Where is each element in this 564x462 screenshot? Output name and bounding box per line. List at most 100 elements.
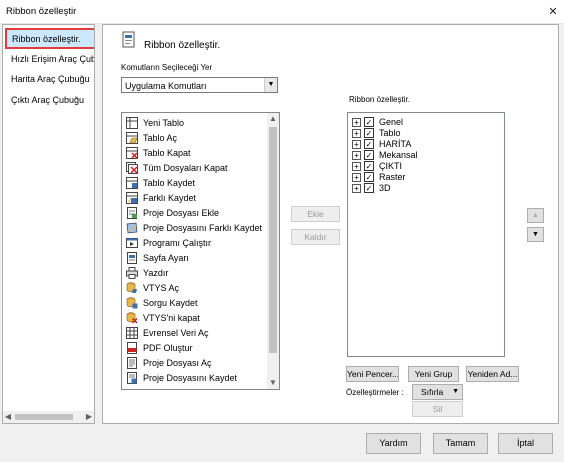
expand-icon[interactable]: + bbox=[352, 162, 361, 171]
commands-scrollbar[interactable]: ▲ ▼ bbox=[267, 113, 279, 389]
chevron-down-icon[interactable]: ▼ bbox=[264, 78, 277, 92]
list-item-label: Farklı Kaydet bbox=[143, 193, 197, 203]
move-up-button[interactable]: ▲ bbox=[527, 208, 544, 223]
main-panel: Ribbon özelleştir. Komutların Seçileceği… bbox=[102, 24, 559, 424]
new-table-icon bbox=[126, 117, 138, 129]
commands-list[interactable]: Yeni Tablo Tablo Aç Tablo Kapat Tüm Dosy… bbox=[121, 112, 280, 390]
expand-icon[interactable]: + bbox=[352, 140, 361, 149]
move-down-button[interactable]: ▼ bbox=[527, 227, 544, 242]
close-all-files-icon bbox=[126, 162, 138, 174]
list-item-label: Tüm Dosyaları Kapat bbox=[143, 163, 228, 173]
open-universal-data-icon bbox=[126, 327, 138, 339]
list-item-label: VTYS Aç bbox=[143, 283, 180, 293]
page-setup-icon bbox=[127, 252, 137, 264]
delete-button[interactable]: Sil bbox=[412, 401, 463, 417]
save-query-icon bbox=[126, 297, 138, 309]
scrollbar-thumb[interactable] bbox=[269, 127, 277, 353]
list-item-label: Tablo Kapat bbox=[143, 148, 191, 158]
ok-button[interactable]: Tamam bbox=[433, 433, 488, 454]
list-item-label: VTYS'ni kapat bbox=[143, 313, 200, 323]
scroll-up-icon[interactable]: ▲ bbox=[267, 113, 279, 125]
expand-icon[interactable]: + bbox=[352, 118, 361, 127]
expand-icon[interactable]: + bbox=[352, 129, 361, 138]
checkbox[interactable]: ✓ bbox=[364, 128, 374, 138]
close-table-icon bbox=[126, 147, 138, 159]
nav-panel: Ribbon özelleştir. Hızlı Erişim Araç Çub… bbox=[2, 24, 95, 424]
checkbox[interactable]: ✓ bbox=[364, 117, 374, 127]
ribbon-tree-label: Ribbon özelleştir. bbox=[349, 95, 410, 104]
nav-item-ribbon-customize[interactable]: Ribbon özelleştir. bbox=[5, 28, 94, 49]
commands-source-value: Uygulama Komutları bbox=[125, 81, 207, 91]
list-item-label: Yazdır bbox=[143, 268, 169, 278]
list-item-label: Proje Dosyası Aç bbox=[143, 358, 212, 368]
ribbon-customize-icon bbox=[122, 31, 135, 48]
run-program-icon bbox=[126, 238, 138, 248]
help-button[interactable]: Yardım bbox=[366, 433, 421, 454]
open-project-file-icon bbox=[127, 357, 137, 369]
tree-item-label: HARİTA bbox=[379, 139, 412, 149]
list-item-label: Programı Çalıştır bbox=[143, 238, 212, 248]
list-item-label: Tablo Aç bbox=[143, 133, 178, 143]
checkbox[interactable]: ✓ bbox=[364, 172, 374, 182]
expand-icon[interactable]: + bbox=[352, 173, 361, 182]
ribbon-tree[interactable]: + ✓ Genel + ✓ Tablo + ✓ HARİTA + ✓ Mekan… bbox=[347, 112, 505, 357]
save-project-file-icon bbox=[127, 372, 137, 384]
new-window-button[interactable]: Yeni Pencer... bbox=[346, 366, 399, 382]
list-item-label: Proje Dosyası Ekle bbox=[143, 208, 220, 218]
save-table-icon bbox=[126, 177, 138, 189]
tree-item-label: Tablo bbox=[379, 128, 401, 138]
new-group-button[interactable]: Yeni Grup bbox=[408, 366, 459, 382]
expand-icon[interactable]: + bbox=[352, 184, 361, 193]
nav-horizontal-scrollbar[interactable]: ◀ ▶ bbox=[3, 411, 94, 423]
chevron-down-icon: ▼ bbox=[532, 231, 539, 238]
add-button[interactable]: Ekle bbox=[291, 206, 340, 222]
list-item-label: Proje Dosyasını Kaydet bbox=[143, 373, 238, 383]
nav-item-label: Ribbon özelleştir. bbox=[12, 34, 81, 44]
commands-source-select[interactable]: Uygulama Komutları ▼ bbox=[121, 77, 278, 93]
list-item-label: Yeni Tablo bbox=[143, 118, 185, 128]
reset-label: Sıfırla bbox=[421, 387, 444, 397]
tree-item-label: Genel bbox=[379, 117, 404, 127]
scroll-left-icon[interactable]: ◀ bbox=[3, 411, 13, 423]
add-project-file-icon bbox=[127, 207, 137, 219]
nav-item-quick-access-toolbar[interactable]: Hızlı Erişim Araç Çubuğu bbox=[11, 54, 94, 64]
checkbox[interactable]: ✓ bbox=[364, 139, 374, 149]
scrollbar-thumb[interactable] bbox=[15, 414, 73, 420]
open-dbms-icon bbox=[126, 282, 137, 293]
customizations-label: Özelleştirmeler : bbox=[346, 388, 404, 397]
page-title: Ribbon özelleştir. bbox=[144, 40, 221, 51]
checkbox[interactable]: ✓ bbox=[364, 161, 374, 171]
list-item-label: Evrensel Veri Aç bbox=[143, 328, 209, 338]
nav-item-map-toolbar[interactable]: Harita Araç Çubuğu bbox=[11, 74, 90, 84]
close-dbms-icon bbox=[126, 312, 138, 324]
list-item-label: Sorgu Kaydet bbox=[143, 298, 198, 308]
tree-item-label: ÇIKTI bbox=[379, 161, 403, 171]
tree-item-label: Raster bbox=[379, 172, 406, 182]
list-item-label: Sayfa Ayarı bbox=[143, 253, 189, 263]
scroll-right-icon[interactable]: ▶ bbox=[84, 411, 94, 423]
tree-item-label: Mekansal bbox=[379, 150, 418, 160]
expand-icon[interactable]: + bbox=[352, 151, 361, 160]
cancel-button[interactable]: İptal bbox=[498, 433, 553, 454]
list-item-label: Proje Dosyasını Farklı Kaydet bbox=[143, 223, 263, 233]
chevron-down-icon: ▼ bbox=[452, 388, 459, 395]
nav-item-output-toolbar[interactable]: Çıktı Araç Çubuğu bbox=[11, 95, 84, 105]
remove-button[interactable]: Kaldır bbox=[291, 229, 340, 245]
print-icon bbox=[126, 267, 138, 279]
close-button[interactable]: ✕ bbox=[544, 3, 562, 21]
window-title: Ribbon özelleştir bbox=[6, 6, 77, 17]
checkbox[interactable]: ✓ bbox=[364, 183, 374, 193]
title-bar: Ribbon özelleştir ✕ bbox=[0, 0, 564, 24]
commands-source-label: Komutların Seçileceği Yer bbox=[121, 63, 213, 72]
checkbox[interactable]: ✓ bbox=[364, 150, 374, 160]
rename-button[interactable]: Yeniden Ad... bbox=[466, 366, 519, 382]
save-as-icon bbox=[126, 192, 138, 204]
list-item-label: Tablo Kaydet bbox=[143, 178, 196, 188]
list-item-label: PDF Oluştur bbox=[143, 343, 193, 353]
create-pdf-icon bbox=[127, 342, 137, 354]
scroll-down-icon[interactable]: ▼ bbox=[267, 377, 279, 389]
reset-dropdown[interactable]: Sıfırla ▼ bbox=[412, 384, 463, 400]
chevron-up-icon: ▲ bbox=[532, 212, 539, 219]
tree-item-label: 3D bbox=[379, 183, 391, 193]
save-project-as-icon bbox=[126, 222, 138, 234]
